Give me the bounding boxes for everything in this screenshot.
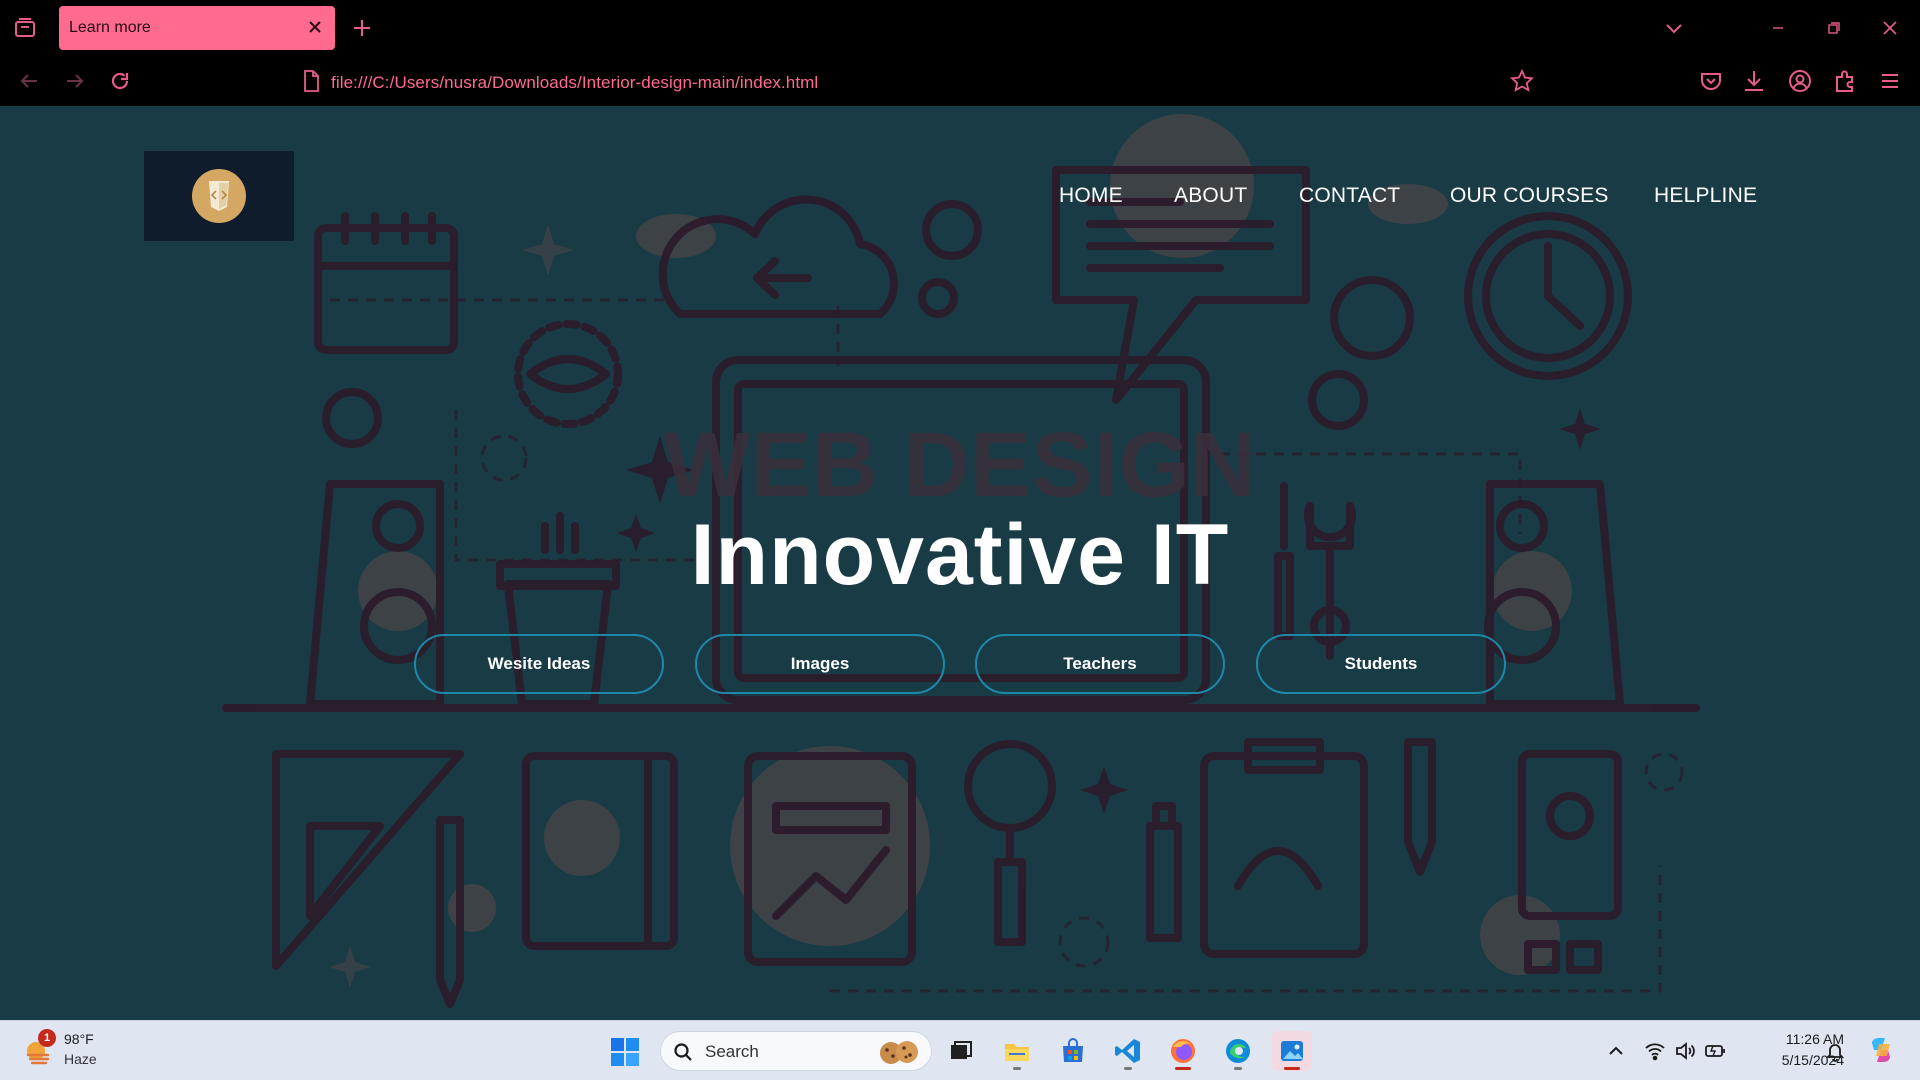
nav-contact-link[interactable]: CONTACT xyxy=(1299,184,1400,208)
running-indicator xyxy=(1234,1067,1242,1070)
teachers-button[interactable]: Teachers xyxy=(975,634,1225,694)
cookies-icon xyxy=(877,1038,921,1066)
running-indicator xyxy=(1284,1067,1300,1070)
browser-tab-bar: Learn more xyxy=(0,0,1920,56)
menu-icon[interactable] xyxy=(1877,68,1903,94)
notification-bell-icon[interactable] xyxy=(1824,1040,1846,1062)
nav-helpline-link[interactable]: HELPLINE xyxy=(1654,184,1757,208)
windows-taskbar: 1 98°F Haze Search 11:26 AM 5/15/2024 xyxy=(0,1020,1920,1080)
photos-button[interactable] xyxy=(1272,1031,1312,1071)
store-button[interactable] xyxy=(1053,1031,1093,1071)
chevron-up-icon[interactable] xyxy=(1605,1040,1627,1062)
web-page: WEB DESIGN HOME ABOUT CONTACT OUR COURSE… xyxy=(0,106,1920,1020)
tab-list-icon[interactable] xyxy=(12,16,38,40)
file-explorer-button[interactable] xyxy=(997,1031,1037,1071)
file-explorer-icon xyxy=(1005,1044,1029,1061)
search-placeholder: Search xyxy=(705,1042,759,1061)
html-logo-icon xyxy=(192,169,246,223)
close-window-icon[interactable] xyxy=(1876,14,1904,42)
store-icon xyxy=(1063,1038,1083,1062)
account-icon[interactable] xyxy=(1787,68,1813,94)
browser-toolbar: file:///C:/Users/nusra/Downloads/Interio… xyxy=(0,56,1920,106)
edge-icon xyxy=(1226,1039,1250,1063)
website-ideas-button[interactable]: Wesite Ideas xyxy=(414,634,664,694)
running-indicator xyxy=(1175,1067,1191,1070)
students-button[interactable]: Students xyxy=(1256,634,1506,694)
edge-button[interactable] xyxy=(1218,1031,1258,1071)
tab-title: Learn more xyxy=(69,19,151,36)
pocket-icon[interactable] xyxy=(1698,68,1724,94)
minimize-icon[interactable] xyxy=(1764,14,1792,42)
task-view-icon xyxy=(951,1041,972,1059)
extensions-icon[interactable] xyxy=(1832,68,1858,94)
volume-icon[interactable] xyxy=(1674,1040,1696,1062)
restore-icon[interactable] xyxy=(1820,14,1848,42)
close-icon[interactable] xyxy=(305,17,325,37)
vscode-button[interactable] xyxy=(1108,1031,1148,1071)
nav-our-courses-link[interactable]: OUR COURSES xyxy=(1450,184,1609,208)
url-field[interactable]: file:///C:/Users/nusra/Downloads/Interio… xyxy=(331,73,818,93)
taskbar-search[interactable]: Search xyxy=(660,1031,932,1071)
vscode-icon xyxy=(1115,1039,1140,1063)
browser-tab[interactable]: Learn more xyxy=(59,6,335,50)
star-icon[interactable] xyxy=(1509,68,1535,94)
plus-icon[interactable] xyxy=(350,16,374,40)
battery-icon[interactable] xyxy=(1704,1040,1726,1062)
nav-home-link[interactable]: HOME xyxy=(1059,184,1123,208)
windows-start-icon[interactable] xyxy=(610,1037,640,1067)
copilot-icon[interactable] xyxy=(1866,1035,1896,1065)
nav-about-link[interactable]: ABOUT xyxy=(1174,184,1247,208)
weather-description[interactable]: Haze xyxy=(64,1051,97,1067)
reload-icon[interactable] xyxy=(107,68,133,94)
firefox-button[interactable] xyxy=(1163,1031,1203,1071)
wifi-icon[interactable] xyxy=(1644,1040,1666,1062)
forward-icon[interactable] xyxy=(62,68,88,94)
task-view-button[interactable] xyxy=(941,1031,981,1071)
running-indicator xyxy=(1124,1067,1132,1070)
download-icon[interactable] xyxy=(1741,68,1767,94)
chevron-down-icon[interactable] xyxy=(1660,14,1688,42)
weather-alert-badge: 1 xyxy=(38,1029,56,1047)
firefox-icon xyxy=(1171,1039,1195,1063)
weather-temperature[interactable]: 98°F xyxy=(64,1031,94,1047)
images-button[interactable]: Images xyxy=(695,634,945,694)
site-logo[interactable] xyxy=(144,151,294,241)
back-icon[interactable] xyxy=(16,68,42,94)
running-indicator xyxy=(1013,1067,1021,1070)
hero-title: Innovative IT xyxy=(690,507,1230,603)
page-icon[interactable] xyxy=(298,68,324,94)
photos-icon xyxy=(1281,1041,1303,1061)
search-icon xyxy=(673,1042,693,1062)
background-web-design-text: WEB DESIGN xyxy=(664,414,1257,516)
